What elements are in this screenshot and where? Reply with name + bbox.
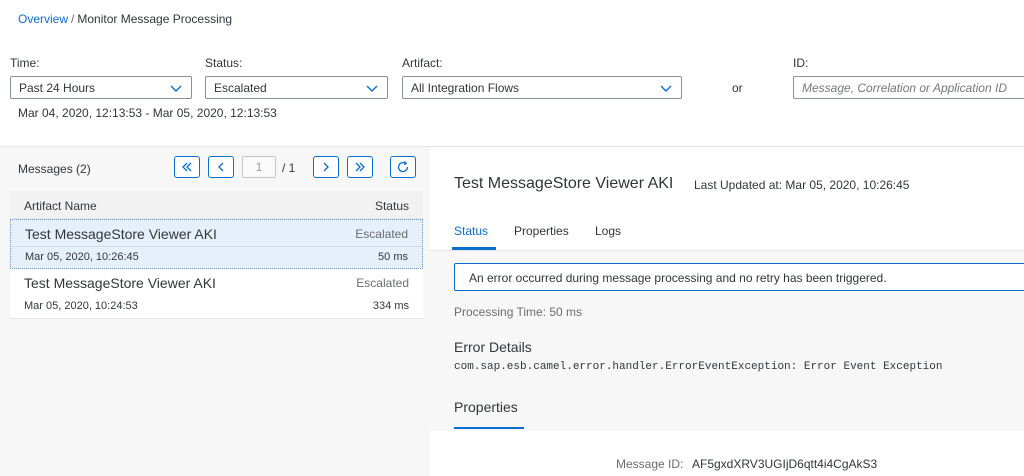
breadcrumb-current: Monitor Message Processing (77, 12, 233, 26)
message-id-label: Message ID: (616, 457, 684, 471)
next-page-icon (323, 162, 329, 172)
message-id-value: AF5gxdXRV3UGIjD6qtt4i4CgAkS3 (692, 457, 878, 471)
artifact-select-value: All Integration Flows (411, 81, 520, 95)
tab-logs[interactable]: Logs (595, 224, 621, 238)
refresh-button[interactable] (390, 156, 416, 178)
column-header-artifact: Artifact Name (24, 199, 97, 213)
page-number-field[interactable]: 1 (242, 156, 276, 178)
last-updated-text: Last Updated at: Mar 05, 2020, 10:26:45 (694, 178, 910, 192)
time-label: Time: (10, 56, 40, 70)
table-row[interactable]: Test MessageStore Viewer AKI Escalated M… (10, 269, 423, 319)
properties-heading: Properties (454, 399, 518, 415)
row-date: Mar 05, 2020, 10:26:45 (25, 251, 139, 263)
detail-title: Test MessageStore Viewer AKI (454, 175, 674, 192)
status-select-value: Escalated (214, 81, 267, 95)
chevron-down-icon (366, 85, 378, 92)
processing-time: Processing Time: 50 ms (454, 305, 583, 319)
messages-count: Messages (2) (18, 162, 91, 176)
breadcrumb-overview-link[interactable]: Overview (18, 12, 68, 26)
or-text: or (732, 81, 743, 95)
messages-table: Artifact Name Status Test MessageStore V… (10, 191, 423, 319)
date-range-text: Mar 04, 2020, 12:13:53 - Mar 05, 2020, 1… (18, 106, 277, 120)
tab-properties[interactable]: Properties (514, 224, 569, 238)
id-label: ID: (793, 56, 809, 70)
table-header: Artifact Name Status (10, 191, 423, 219)
time-select[interactable]: Past 24 Hours (10, 76, 192, 99)
previous-page-icon (218, 162, 224, 172)
filter-header: Overview / Monitor Message Processing Time… (0, 0, 1024, 146)
id-search-field[interactable] (793, 76, 1024, 99)
status-label: Status: (205, 56, 243, 70)
error-details-heading: Error Details (454, 339, 532, 355)
error-message-strip: An error occurred during message process… (454, 263, 1024, 291)
column-header-status: Status (374, 199, 409, 213)
breadcrumb: Overview / Monitor Message Processing (18, 12, 232, 26)
tab-status[interactable]: Status (454, 224, 488, 238)
messages-panel: Messages (2) 1 / 1 Artifact Name Status … (0, 146, 430, 476)
message-detail-panel: Test MessageStore Viewer AKI Last Update… (430, 146, 1024, 476)
properties-heading-underline (454, 427, 524, 429)
page-total: / 1 (282, 161, 296, 175)
chevron-down-icon (170, 85, 182, 92)
id-search-input[interactable] (794, 77, 1024, 98)
last-page-button[interactable] (347, 156, 373, 178)
row-duration: 334 ms (372, 300, 409, 312)
table-row[interactable]: Test MessageStore Viewer AKI Escalated M… (10, 219, 423, 269)
detail-tabs: Status Properties Logs (430, 215, 1024, 251)
artifact-label: Artifact: (402, 56, 443, 70)
refresh-icon (397, 161, 409, 173)
row-status: Escalated (356, 276, 409, 290)
chevron-down-icon (660, 85, 672, 92)
active-tab-indicator (452, 247, 496, 250)
last-page-icon (355, 162, 365, 172)
breadcrumb-separator: / (71, 12, 75, 26)
row-duration: 50 ms (378, 251, 408, 263)
first-page-icon (182, 162, 192, 172)
status-select[interactable]: Escalated (205, 76, 388, 99)
time-select-value: Past 24 Hours (19, 81, 96, 95)
row-artifact-name: Test MessageStore Viewer AKI (25, 226, 217, 242)
artifact-select[interactable]: All Integration Flows (402, 76, 682, 99)
error-exception-text: com.sap.esb.camel.error.handler.ErrorEve… (454, 361, 943, 373)
first-page-button[interactable] (174, 156, 200, 178)
row-status: Escalated (355, 227, 408, 241)
error-message-text: An error occurred during message process… (469, 271, 887, 285)
previous-page-button[interactable] (208, 156, 234, 178)
row-date: Mar 05, 2020, 10:24:53 (24, 300, 138, 312)
row-artifact-name: Test MessageStore Viewer AKI (24, 275, 216, 291)
next-page-button[interactable] (313, 156, 339, 178)
